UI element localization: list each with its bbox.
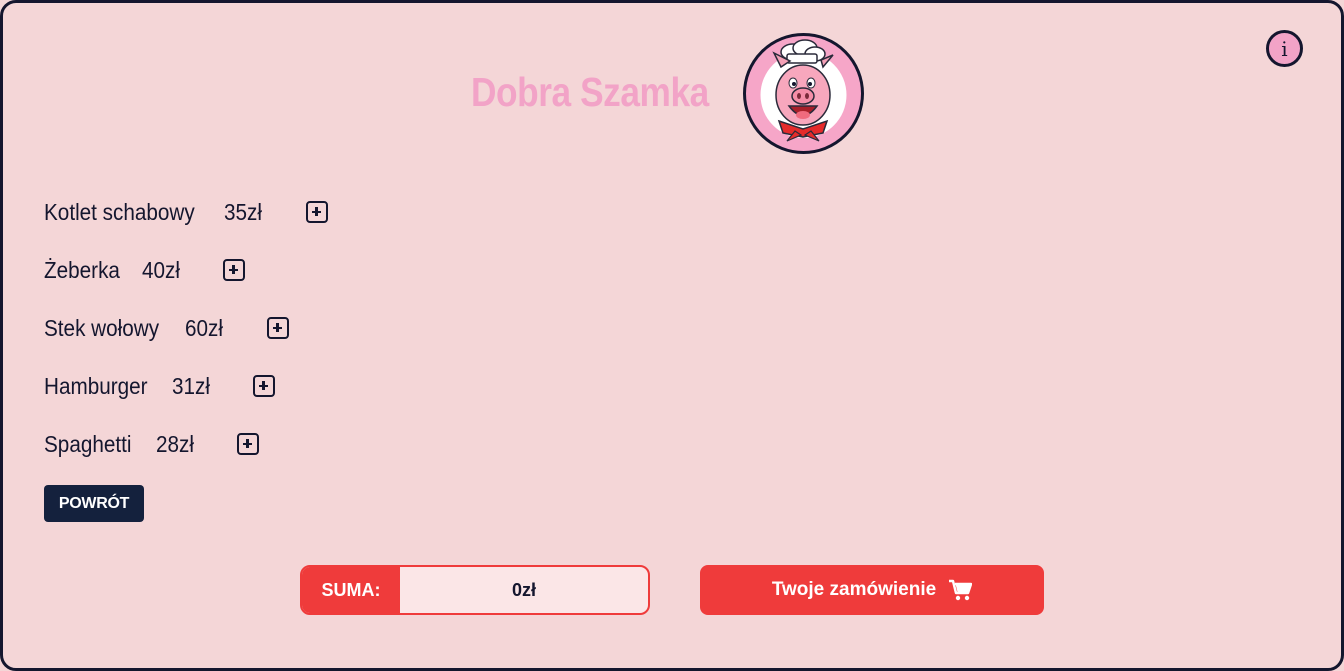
page-title: Dobra Szamka [471, 69, 709, 115]
menu-item-price: 28zł [156, 430, 194, 457]
menu-item: Kotlet schabowy 35zł [44, 191, 328, 233]
app-frame: i Dobra Szamka Kotlet schabowy 35zł Żebe… [0, 0, 1344, 671]
menu-item: Stek wołowy 60zł [44, 307, 289, 349]
plus-square-icon[interactable] [253, 375, 275, 397]
plus-square-icon[interactable] [306, 201, 328, 223]
your-order-button[interactable]: Twoje zamówienie [700, 565, 1044, 615]
plus-square-icon[interactable] [237, 433, 259, 455]
menu-item-name: Stek wołowy [44, 314, 160, 341]
plus-square-icon[interactable] [267, 317, 289, 339]
menu-item-name: Spaghetti [44, 430, 132, 457]
menu-item-price: 31zł [172, 372, 210, 399]
info-icon: i [1281, 36, 1288, 61]
menu-item: Żeberka 40zł [44, 249, 245, 291]
chef-pig-logo-icon [743, 33, 864, 154]
order-total: SUMA: 0zł [300, 565, 650, 615]
total-value: 0zł [511, 579, 536, 600]
menu-item-name: Żeberka [44, 256, 120, 283]
menu-item: Hamburger 31zł [44, 365, 275, 407]
menu-item-price: 40zł [142, 256, 180, 283]
menu-item-price: 35zł [224, 198, 262, 225]
menu-item-name: Hamburger [44, 372, 148, 399]
back-button[interactable]: POWRÓT [44, 485, 144, 522]
plus-square-icon[interactable] [223, 259, 245, 281]
cart-icon [949, 579, 973, 601]
menu-item: Spaghetti 28zł [44, 423, 259, 465]
menu-item-price: 60zł [185, 314, 223, 341]
total-label: SUMA: [302, 567, 400, 613]
info-button[interactable]: i [1266, 30, 1303, 67]
order-button-label: Twoje zamówienie [771, 579, 937, 600]
menu-item-name: Kotlet schabowy [44, 198, 195, 225]
